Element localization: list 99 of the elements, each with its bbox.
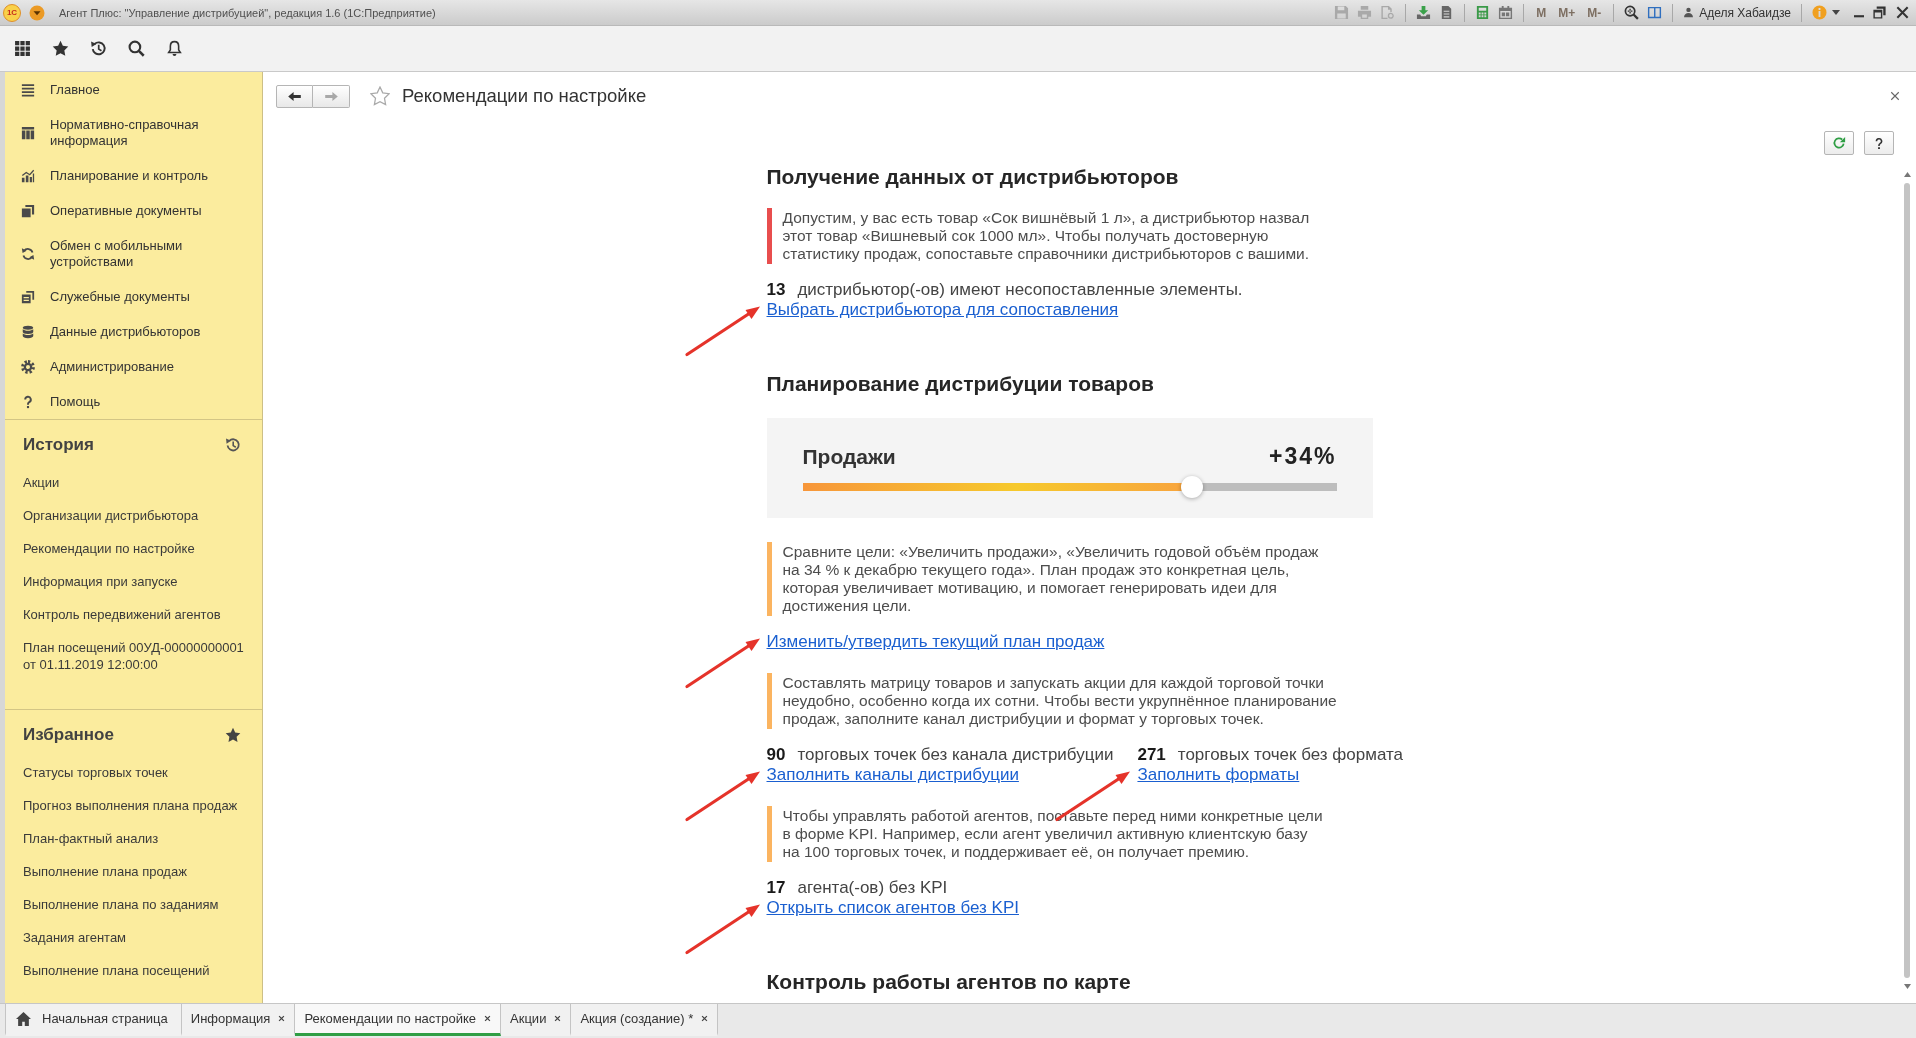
calendar-icon[interactable] — [1498, 5, 1514, 20]
home-icon — [16, 1011, 31, 1026]
close-icon[interactable] — [701, 1015, 709, 1022]
close-icon[interactable] — [484, 1015, 492, 1022]
app-logo[interactable]: 1С — [3, 3, 21, 22]
favorite-item[interactable]: Задания агентам — [5, 921, 262, 954]
action-link[interactable]: Заполнить каналы дистрибуции — [766, 765, 1019, 785]
history-item[interactable]: Рекомендации по настройке — [5, 532, 262, 565]
restore-icon[interactable] — [1872, 5, 1887, 20]
favorite-item[interactable]: План-фактный анализ — [5, 822, 262, 855]
action-link[interactable]: Выбрать дистрибьютора для сопоставления — [766, 300, 1119, 320]
sidebar-item[interactable]: Данные дистрибьюторов — [5, 314, 262, 349]
minimize-icon[interactable] — [1854, 15, 1864, 18]
caret-icon[interactable] — [29, 4, 45, 21]
count-value: 13 — [766, 280, 786, 299]
bar-chart-icon — [21, 168, 35, 183]
close-icon[interactable] — [278, 1015, 286, 1022]
favorite-item[interactable]: Прогноз выполнения плана продаж — [5, 789, 262, 822]
window-title: Агент Плюс: "Управление дистрибуцией", редакция 1.6 (1С:Предприятие) — [59, 6, 436, 19]
slider-label: Продажи — [802, 445, 896, 469]
download-icon[interactable] — [1416, 5, 1432, 20]
back-button[interactable] — [276, 84, 313, 108]
sidebar-item[interactable]: Обмен с мобильными устройствами — [5, 228, 262, 279]
star-icon[interactable] — [225, 727, 241, 743]
sync-icon — [21, 246, 35, 261]
zoom-icon[interactable] — [1624, 5, 1640, 20]
close-icon[interactable] — [1895, 5, 1910, 20]
window-tab[interactable]: Акции — [501, 1004, 572, 1036]
grid-icon[interactable] — [14, 40, 31, 57]
action-link[interactable]: Изменить/утвердить текущий план продаж — [766, 632, 1105, 652]
sidebar-item[interactable]: Планирование и контроль — [5, 158, 262, 193]
close-icon[interactable] — [554, 1015, 562, 1022]
scrollbar-thumb[interactable] — [1904, 183, 1910, 978]
history-title: История — [23, 435, 94, 455]
slider-thumb[interactable] — [1181, 476, 1204, 498]
sidebar-item[interactable]: Служебные документы — [5, 279, 262, 314]
hint-note: Составлять матрицу товаров и запускать акции для каждой торговой точки неудобно, особенно когда их сотни. Чтобы вести укрупнённое планирование продаж, заполните канал дистрибуции и формат у торговых точек. — [766, 673, 1340, 729]
stat-label: агента(-ов) без KPI — [797, 878, 948, 897]
columns-icon — [21, 125, 35, 140]
gear-icon — [21, 359, 35, 374]
refresh-button[interactable] — [1824, 131, 1854, 155]
close-icon[interactable] — [1890, 91, 1900, 101]
favorite-item[interactable]: Выполнение плана продаж — [5, 855, 262, 888]
favorite-item[interactable]: Выполнение плана по заданиям — [5, 888, 262, 921]
history-item[interactable]: Контроль передвижений агентов — [5, 598, 262, 631]
scroll-down-icon[interactable] — [1903, 984, 1911, 989]
sidebar-item[interactable]: Нормативно-справочная информация — [5, 107, 262, 158]
count-value: 17 — [766, 878, 786, 897]
stat-label: дистрибьютор(-ов) имеют несопоставленные элементы. — [797, 280, 1243, 299]
stat-label: торговых точек без канала дистрибуции — [797, 745, 1114, 764]
form-title: Рекомендации по настройке — [402, 85, 647, 107]
history-item[interactable]: Организации дистрибьютора — [5, 499, 262, 532]
menu-icon — [21, 82, 35, 97]
sidebar-item[interactable]: Администрирование — [5, 349, 262, 384]
sidebar-item[interactable]: Оперативные документы — [5, 193, 262, 228]
refresh-icon — [1832, 136, 1846, 150]
file-stack-icon — [21, 289, 35, 304]
arrow-right-icon — [324, 91, 338, 101]
history-item[interactable]: План посещений 00УД-00000000001 от 01.11.2019 12:00:00 — [5, 631, 262, 681]
search-icon[interactable] — [128, 40, 145, 57]
documents-icon — [21, 203, 35, 218]
database-icon — [21, 324, 35, 339]
count-value: 90 — [766, 745, 786, 764]
favorites-title: Избранное — [23, 725, 114, 745]
star-icon[interactable] — [370, 86, 390, 106]
favorite-item[interactable]: Выполнение плана посещений — [5, 954, 262, 987]
stat-label: торговых точек без формата — [1177, 745, 1404, 764]
history-item[interactable]: Информация при запуске — [5, 565, 262, 598]
help-icon — [21, 394, 35, 409]
window-tab[interactable]: Акция (создание) * — [571, 1004, 719, 1036]
window-tab[interactable]: Начальная страница — [5, 1004, 182, 1036]
history-item[interactable]: Акции — [5, 466, 262, 499]
count-value: 271 — [1137, 745, 1166, 764]
window-tab[interactable]: Информация — [181, 1004, 296, 1036]
slider-reading: +34% — [1269, 444, 1337, 468]
caret-icon[interactable] — [1832, 10, 1840, 15]
favorite-item[interactable]: Статусы торговых точек — [5, 756, 262, 789]
window-tab[interactable]: Рекомендации по настройке — [295, 1004, 502, 1036]
user-name[interactable]: Аделя Хабаидзе — [1699, 5, 1791, 20]
panel-icon[interactable] — [1647, 5, 1663, 20]
hint-note: Сравните цели: «Увеличить продажи», «Увеличить годовой объём продаж на 34 % к декабрю текущего года». План продаж это конкретная цель, которая увеличивает мотивацию, и помогает генерировать идеи для достижения цели. — [766, 542, 1340, 616]
action-link[interactable]: Открыть список агентов без KPI — [766, 898, 1019, 918]
calculator-icon[interactable] — [1475, 5, 1491, 20]
section-heading: Контроль работы агентов по карте — [766, 970, 1132, 994]
help-icon — [1875, 136, 1883, 150]
star-icon[interactable] — [52, 40, 69, 57]
history-icon[interactable] — [90, 40, 107, 57]
scroll-up-icon[interactable] — [1903, 172, 1911, 177]
user-icon — [1683, 7, 1695, 18]
section-heading: Получение данных от дистрибьюторов — [766, 165, 1180, 189]
sidebar-item[interactable]: Главное — [5, 72, 262, 107]
arrow-left-icon — [288, 91, 301, 101]
help-button[interactable] — [1864, 131, 1894, 155]
sidebar-item[interactable]: Помощь — [5, 384, 262, 419]
history-icon[interactable] — [225, 437, 241, 453]
section-heading: Планирование дистрибуции товаров — [766, 372, 1155, 396]
action-link[interactable]: Заполнить форматы — [1137, 765, 1300, 785]
hint-note: Допустим, у вас есть товар «Сок вишнёвый 1 л», а дистрибьютор назвал этот товар «Вишневый сок 1000 мл». Чтобы получать достоверную статистику продаж, сопоставьте справочники дистрибьюторов с вашими. — [766, 208, 1340, 264]
bell-icon[interactable] — [166, 40, 183, 57]
